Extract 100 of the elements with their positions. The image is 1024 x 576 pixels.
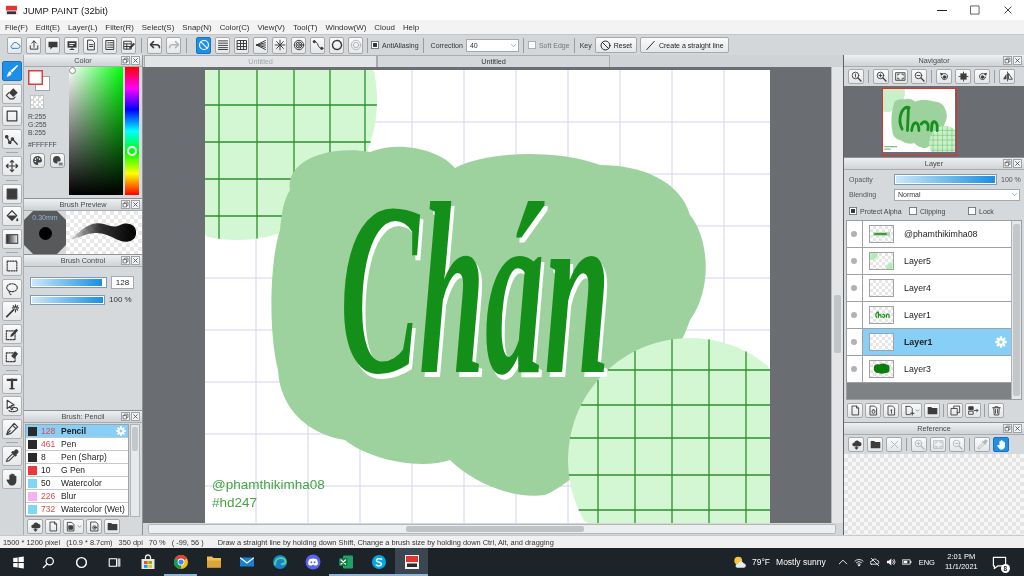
panel-button[interactable] <box>45 519 61 534</box>
panel-button[interactable] <box>883 403 899 418</box>
panel-button[interactable] <box>993 437 1009 452</box>
viewport-frame[interactable] <box>882 88 957 156</box>
battery-icon[interactable] <box>901 557 912 567</box>
close-icon[interactable] <box>131 256 140 265</box>
float-window-icon[interactable] <box>1003 424 1012 433</box>
circle-icon[interactable] <box>75 555 88 569</box>
brush-row[interactable]: 732 Watercolor (Wet) <box>26 503 128 516</box>
hue-slider[interactable] <box>125 67 139 195</box>
speaker-icon[interactable] <box>885 557 896 567</box>
float-window-icon[interactable] <box>1003 56 1012 65</box>
close-icon[interactable] <box>131 200 140 209</box>
layer-row[interactable]: @phamthikimha08 <box>847 221 1011 248</box>
layer-row[interactable]: Layer1 <box>847 302 1011 329</box>
layer-row[interactable]: Layer4 <box>847 275 1011 302</box>
chevron-up-icon[interactable] <box>837 557 848 567</box>
panel-button[interactable] <box>988 403 1004 418</box>
palette-button[interactable] <box>30 153 45 168</box>
swatch-pair-icon[interactable] <box>28 70 50 91</box>
snap-button[interactable] <box>272 36 287 54</box>
toolbar-button[interactable] <box>45 36 60 54</box>
close-icon[interactable] <box>1013 159 1022 168</box>
panel-button[interactable] <box>936 69 952 84</box>
snap-button[interactable] <box>291 36 306 54</box>
close-icon[interactable] <box>131 412 140 421</box>
panel-button[interactable] <box>947 403 963 418</box>
scrollbar-track[interactable] <box>148 524 836 534</box>
tool-button[interactable] <box>1 206 22 226</box>
panel-button[interactable] <box>965 403 981 418</box>
panel-button[interactable] <box>955 69 971 84</box>
visibility-dot-icon[interactable] <box>851 285 857 291</box>
scrollbar-thumb[interactable] <box>834 295 841 353</box>
visibility-dot-icon[interactable] <box>851 312 857 318</box>
toolbar-button[interactable] <box>64 36 79 54</box>
tool-button[interactable] <box>1 106 22 126</box>
minimize-icon[interactable] <box>936 9 947 11</box>
brush-row[interactable]: 461 Pen <box>26 438 128 451</box>
tool-button[interactable] <box>1 346 22 366</box>
task-view-icon[interactable] <box>108 555 121 569</box>
tool-button[interactable] <box>1 468 22 489</box>
color-picker-field[interactable] <box>69 67 123 195</box>
close-icon[interactable] <box>131 56 140 65</box>
toolbar-button[interactable] <box>102 36 117 54</box>
panel-button[interactable] <box>27 519 43 534</box>
visibility-dot-icon[interactable] <box>851 366 857 372</box>
toolbar-button[interactable] <box>26 36 41 54</box>
snap-button[interactable] <box>310 36 325 54</box>
tool-button[interactable] <box>1 256 22 276</box>
toolbar-button[interactable] <box>83 36 98 54</box>
panel-button[interactable] <box>974 69 990 84</box>
maximize-icon[interactable] <box>969 5 980 15</box>
tool-button[interactable] <box>1 183 22 204</box>
panel-button[interactable] <box>104 519 120 534</box>
panel-button[interactable] <box>86 519 102 534</box>
snap-button[interactable] <box>329 36 344 54</box>
brush-row[interactable]: 8 Pen (Sharp) <box>26 451 128 464</box>
snap-button[interactable] <box>215 36 230 54</box>
panel-button[interactable] <box>865 403 881 418</box>
tool-button[interactable] <box>1 61 22 81</box>
checkbox[interactable] <box>968 207 976 215</box>
transparent-swatch-icon[interactable] <box>30 95 44 109</box>
tool-button[interactable] <box>1 228 22 249</box>
brush-row[interactable]: 50 Watercolor <box>26 477 128 490</box>
close-icon[interactable] <box>1013 56 1022 65</box>
tool-button[interactable] <box>1 278 22 299</box>
checkbox[interactable] <box>849 207 857 215</box>
visibility-dot-icon[interactable] <box>851 258 857 264</box>
tool-button[interactable] <box>1 396 22 416</box>
value-field[interactable]: 128 <box>111 276 134 289</box>
sun-cloud-icon[interactable] <box>733 555 747 569</box>
tool-button[interactable] <box>1 418 22 439</box>
tool-button[interactable] <box>1 156 22 176</box>
panel-button[interactable] <box>848 69 864 84</box>
visibility-dot-icon[interactable] <box>851 339 857 345</box>
tool-button[interactable] <box>1 323 22 344</box>
scrollbar-track[interactable] <box>130 424 140 517</box>
close-icon[interactable] <box>1002 5 1013 15</box>
scrollbar-thumb[interactable] <box>132 427 138 451</box>
panel-button[interactable] <box>873 69 889 84</box>
checkbox[interactable] <box>909 207 917 215</box>
weather-temperature[interactable]: 79°F <box>752 557 771 567</box>
tool-button[interactable] <box>1 83 22 104</box>
toolbar-button[interactable] <box>121 36 136 54</box>
float-window-icon[interactable] <box>121 56 130 65</box>
brush-row[interactable]: 10 G Pen <box>26 464 128 477</box>
float-window-icon[interactable] <box>121 200 130 209</box>
panel-button[interactable] <box>892 69 908 84</box>
float-window-icon[interactable] <box>1003 159 1012 168</box>
float-window-icon[interactable] <box>121 256 130 265</box>
checkbox[interactable] <box>371 41 379 49</box>
panel-button[interactable] <box>848 437 864 452</box>
weather-condition[interactable]: Mostly sunny <box>776 557 826 567</box>
snap-button[interactable] <box>253 36 268 54</box>
panel-button[interactable] <box>63 519 84 534</box>
panel-button[interactable] <box>911 69 927 84</box>
tool-button[interactable] <box>1 301 22 321</box>
hue-slider-thumb[interactable] <box>127 146 137 157</box>
tool-button[interactable] <box>1 446 22 466</box>
layer-row[interactable]: Layer5 <box>847 248 1011 275</box>
